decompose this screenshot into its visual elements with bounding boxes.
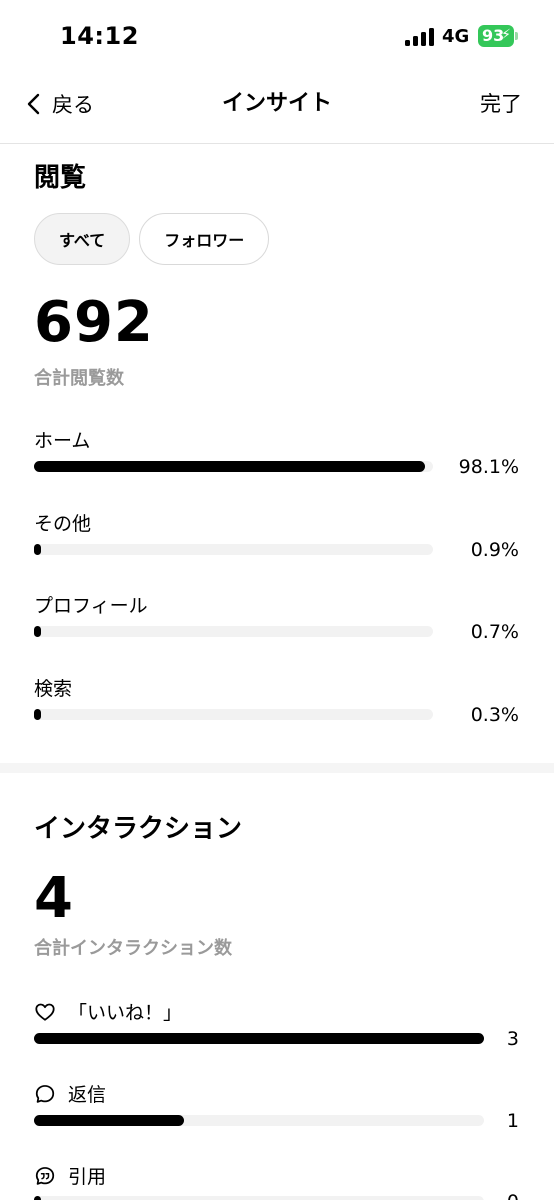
audience-filter: すべて フォロワー bbox=[34, 213, 270, 265]
source-label-other: その他 bbox=[34, 513, 92, 535]
status-bar: 14:12 4G 93 ⚡ bbox=[0, 0, 554, 72]
total-views-count: 692 bbox=[34, 290, 154, 355]
interaction-label-likes: 「いいね！」 bbox=[34, 998, 182, 1025]
source-value-search: 0.3% bbox=[470, 704, 519, 726]
comment-icon bbox=[35, 1084, 55, 1103]
quotes-label-text: 引用 bbox=[68, 1166, 107, 1188]
back-label: 戻る bbox=[52, 93, 94, 117]
source-bar-other bbox=[34, 544, 433, 555]
interaction-bar-quotes bbox=[34, 1196, 484, 1200]
source-bar-fill-other bbox=[34, 544, 41, 555]
filter-all-chip[interactable]: すべて bbox=[34, 213, 131, 265]
interaction-bar-fill-quotes bbox=[34, 1196, 41, 1200]
interaction-bar-fill-likes bbox=[34, 1033, 484, 1044]
source-value-home: 98.1% bbox=[458, 456, 519, 478]
charging-bolt-icon: ⚡ bbox=[501, 27, 511, 43]
filter-followers-chip[interactable]: フォロワー bbox=[139, 213, 270, 265]
source-value-other: 0.9% bbox=[470, 539, 519, 561]
network-type: 4G bbox=[442, 26, 470, 47]
total-interactions-count: 4 bbox=[34, 866, 74, 931]
source-bar-home bbox=[34, 461, 433, 472]
source-value-profile: 0.7% bbox=[470, 621, 519, 643]
battery-cap bbox=[515, 32, 518, 40]
chevron-left-icon bbox=[27, 93, 40, 115]
replies-label-text: 返信 bbox=[68, 1084, 107, 1106]
navigation-bar: インサイト 戻る 完了 bbox=[0, 72, 554, 144]
source-bar-search bbox=[34, 709, 433, 720]
interactions-section-title: インタラクション bbox=[34, 814, 243, 844]
back-button[interactable]: 戻る bbox=[24, 84, 94, 124]
interaction-bar-likes bbox=[34, 1033, 484, 1044]
done-button[interactable]: 完了 bbox=[480, 84, 522, 124]
heart-icon bbox=[35, 1003, 55, 1021]
section-divider bbox=[0, 763, 554, 773]
interaction-value-likes: 3 bbox=[506, 1028, 519, 1050]
views-section-title: 閲覧 bbox=[34, 163, 87, 193]
source-bar-fill-search bbox=[34, 709, 41, 720]
source-bar-fill-home bbox=[34, 461, 426, 472]
source-label-profile: プロフィール bbox=[34, 595, 148, 617]
signal-strength-icon bbox=[405, 28, 435, 46]
interaction-value-quotes: 0 bbox=[507, 1191, 519, 1200]
interaction-bar-fill-replies bbox=[34, 1115, 184, 1126]
source-label-home: ホーム bbox=[34, 430, 91, 452]
insights-screen: 14:12 4G 93 ⚡ インサイト 戻る 完了 閲覧 すべて フォロワー 6… bbox=[0, 0, 554, 1200]
interaction-label-replies: 返信 bbox=[34, 1080, 106, 1107]
quote-icon bbox=[35, 1166, 55, 1185]
battery-icon: 93 ⚡ bbox=[478, 25, 514, 47]
status-time: 14:12 bbox=[60, 22, 139, 50]
interaction-label-quotes: 引用 bbox=[34, 1162, 106, 1189]
total-views-label: 合計閲覧数 bbox=[34, 368, 124, 389]
source-bar-fill-profile bbox=[34, 626, 41, 637]
interaction-value-replies: 1 bbox=[506, 1110, 519, 1132]
source-label-search: 検索 bbox=[34, 678, 73, 700]
total-interactions-label: 合計インタラクション数 bbox=[34, 938, 232, 959]
source-bar-profile bbox=[34, 626, 433, 637]
likes-label-text: 「いいね！」 bbox=[68, 1002, 183, 1024]
interaction-bar-replies bbox=[34, 1115, 484, 1126]
